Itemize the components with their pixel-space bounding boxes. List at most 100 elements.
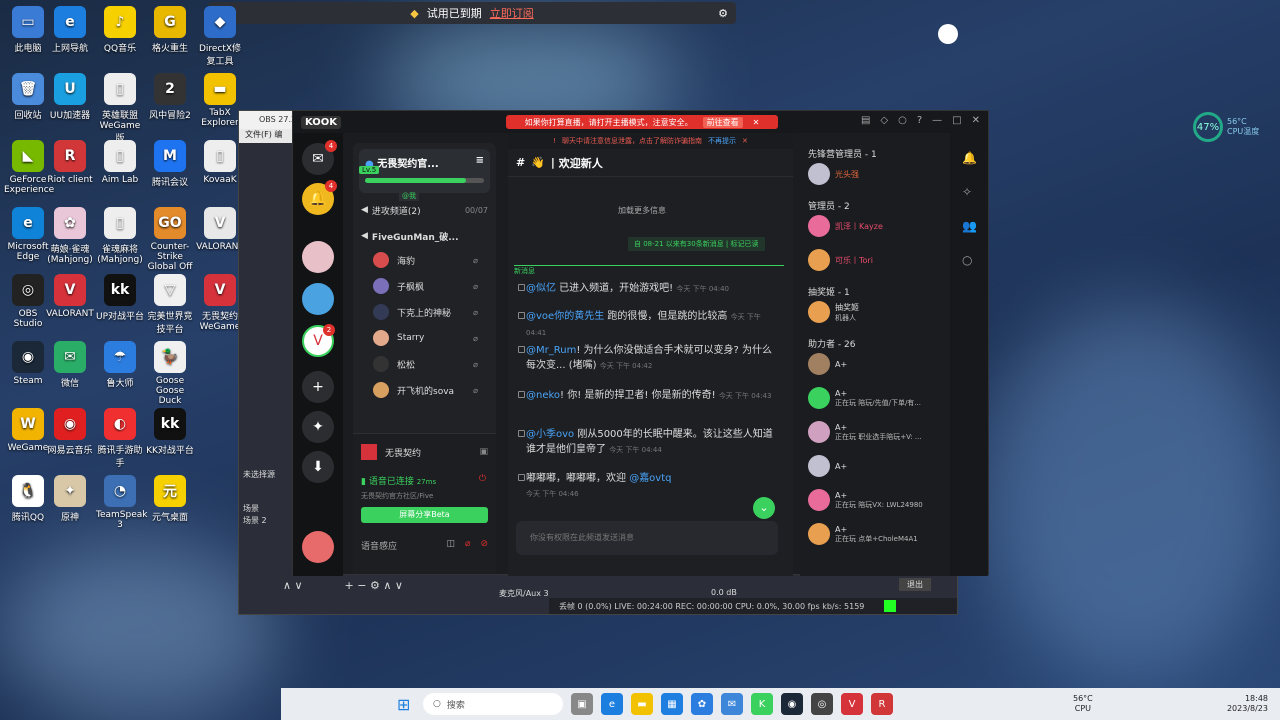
add-server-icon[interactable]: +	[302, 371, 334, 403]
desktop-icon[interactable]: ◉ Steam	[4, 341, 52, 386]
screen-share-button[interactable]: 屏幕分享Beta	[361, 507, 488, 523]
windows-start-icon[interactable]: ⊞	[397, 695, 410, 714]
search-icon[interactable]: ○	[898, 115, 907, 126]
desktop-icon[interactable]: e Microsoft Edge	[4, 207, 52, 262]
close-icon[interactable]: ✕	[753, 118, 760, 127]
weather-widget[interactable]: 56°C CPU	[1073, 694, 1093, 714]
mention-link[interactable]: @Mr_Rum	[526, 345, 576, 356]
valorant-server-icon[interactable]: V2	[302, 324, 335, 357]
channel-fivegunman[interactable]: ◀ FiveGunMan_破...	[353, 225, 496, 247]
server-avatar-2[interactable]	[302, 283, 334, 315]
member-entry[interactable]: A+	[808, 455, 847, 477]
desktop-icon[interactable]: 元元气桌面	[146, 475, 194, 523]
member-entry[interactable]: A+ 正在玩 陪玩VX: LWL24980	[808, 489, 923, 511]
voice-member[interactable]: 子枫枫 ⌀	[353, 273, 496, 299]
mention-link[interactable]: @voe你的黄先生	[526, 311, 604, 322]
desktop-icon[interactable]: ☂ 鲁大师	[96, 341, 144, 389]
desktop-icon[interactable]: GO Counter-Strike Global Off	[146, 207, 194, 272]
desktop-icon[interactable]: kk UP对战平台	[96, 274, 144, 322]
member-entry[interactable]: 抽奖姬 机器人	[808, 301, 859, 323]
download-icon[interactable]: ⬇	[302, 451, 334, 483]
desktop-icon[interactable]: ◔ TeamSpeak 3	[96, 475, 147, 530]
desktop-icon[interactable]: G 格火重生	[146, 6, 194, 54]
mention-link[interactable]: @neko	[526, 390, 560, 401]
scroll-down-button[interactable]: ⌄	[753, 497, 775, 519]
desktop-icon[interactable]: e 上网导航	[46, 6, 94, 54]
dismiss-warning[interactable]: 不再提示	[708, 136, 736, 146]
desktop-icon[interactable]: 🦆 Goose Goose Duck	[146, 341, 194, 406]
obs-scene-toolbar[interactable]: ∧ ∨ + − ⚙ ∧ ∨	[283, 579, 403, 592]
clock[interactable]: 18:48 2023/8/23	[1227, 694, 1268, 714]
task-view-icon[interactable]: ▣	[571, 693, 593, 715]
search-icon[interactable]: ○	[962, 253, 972, 267]
bell-icon[interactable]: 🔔	[962, 151, 977, 165]
minimize-icon[interactable]: —	[932, 115, 942, 126]
mention-link[interactable]: @小季ovo	[526, 429, 574, 440]
channel-attack[interactable]: ◀ 进攻频道(2) 00/07 @我	[353, 191, 496, 221]
edge-icon[interactable]: e	[601, 693, 623, 715]
members-icon[interactable]: 👥	[962, 219, 977, 233]
direct-messages-icon[interactable]: ✉ 4	[302, 140, 337, 175]
load-more[interactable]: 加载更多信息	[618, 205, 666, 216]
message-input[interactable]: 你没有权限在此频道发送消息	[516, 521, 778, 555]
desktop-icon[interactable]: 🗑 回收站	[4, 73, 52, 121]
user-avatar[interactable]	[302, 531, 334, 563]
member-entry[interactable]: A+ 正在玩 点单+CholeM4A1	[808, 523, 918, 545]
member-entry[interactable]: 光头强	[808, 163, 859, 185]
desktop-icon[interactable]: ◎ OBS Studio	[4, 274, 52, 329]
member-entry[interactable]: 可乐丨Tori	[808, 249, 873, 271]
desktop-icon[interactable]: ✉ 微信	[46, 341, 94, 389]
desktop-icon[interactable]: ♪ QQ音乐	[96, 6, 144, 54]
desktop-icon[interactable]: R Riot client	[46, 140, 94, 185]
voice-member[interactable]: 下克上的神秘 ⌀	[353, 299, 496, 325]
desktop-icon[interactable]: ✿ 萌娘·雀魂(Mahjong)	[46, 207, 94, 265]
voice-member[interactable]: Starry ⌀	[353, 325, 496, 351]
desktop-icon[interactable]: 2 风中冒险2	[146, 73, 194, 121]
riot-icon[interactable]: R	[871, 693, 893, 715]
mark-read-button[interactable]: 标记已读	[731, 240, 759, 248]
shield-icon[interactable]: ◇	[880, 115, 888, 126]
desktop-icon[interactable]: ▯ KovaaK	[196, 140, 244, 185]
discover-icon[interactable]: ✦	[302, 411, 334, 443]
server-header[interactable]: ● 无畏契约官... ≡ Lv.5	[359, 149, 490, 193]
close-icon[interactable]: ✕	[742, 137, 748, 145]
explorer-icon[interactable]: ▬	[631, 693, 653, 715]
deafen-icon[interactable]: ⊘	[480, 539, 488, 552]
voice-sense-label[interactable]: 语音感应	[361, 539, 397, 552]
member-entry[interactable]: A+ 正在玩 职业选手陪玩+V: ...	[808, 421, 922, 443]
subscribe-link[interactable]: 立即订阅	[490, 5, 534, 21]
member-entry[interactable]: A+	[808, 353, 847, 375]
settings-icon[interactable]: ⚙	[718, 7, 728, 20]
desktop-icon[interactable]: U UU加速器	[46, 73, 94, 121]
obs-scene-item[interactable]: 场景 2	[243, 515, 267, 526]
desktop-icon[interactable]: V 无畏契约WeGame	[196, 274, 244, 332]
app-icon[interactable]: ✿	[691, 693, 713, 715]
obs-icon[interactable]: ◎	[811, 693, 833, 715]
desktop-icon[interactable]: ▭ 此电脑	[4, 6, 52, 54]
desktop-icon[interactable]: ✦ 原神	[46, 475, 94, 523]
desktop-icon[interactable]: ▽ 完美世界竞技平台	[146, 274, 194, 335]
voice-member[interactable]: 松松 ⌀	[353, 351, 496, 377]
voice-member[interactable]: 开飞机的sova ⌀	[353, 377, 496, 403]
member-entry[interactable]: A+ 正在玩 陪玩/先值/下单/有...	[808, 387, 921, 409]
desktop-icon[interactable]: ◣ GeForce Experience	[4, 140, 54, 195]
help-icon[interactable]: ?	[917, 115, 922, 126]
inbox-icon[interactable]: ▤	[861, 115, 870, 126]
kook-icon[interactable]: K	[751, 693, 773, 715]
bell-server-icon[interactable]: 🔔 4	[302, 180, 337, 215]
desktop-icon[interactable]: ▬ TabX Explorer	[196, 73, 244, 128]
valorant-icon[interactable]: V	[841, 693, 863, 715]
desktop-icon[interactable]: ▯ 英雄联盟WeGame版	[96, 73, 144, 144]
screen-icon[interactable]: ▣	[479, 447, 488, 457]
desktop-icon[interactable]: V VALORANT	[196, 207, 244, 252]
desktop-icon[interactable]: kk KK对战平台	[146, 408, 194, 456]
store-icon[interactable]: ▦	[661, 693, 683, 715]
close-window-icon[interactable]: ✕	[972, 115, 980, 126]
headphone-icon[interactable]: ◫	[447, 539, 456, 552]
desktop-icon[interactable]: ◉ 网易云音乐	[46, 408, 94, 456]
obs-exit-button[interactable]: 退出	[899, 578, 931, 591]
mic-mute-icon[interactable]: ⌀	[465, 539, 470, 552]
desktop-icon[interactable]: W WeGame	[4, 408, 52, 453]
desktop-icon[interactable]: ▯ Aim Lab	[96, 140, 144, 185]
voice-member[interactable]: 海豹 ⌀	[353, 247, 496, 273]
